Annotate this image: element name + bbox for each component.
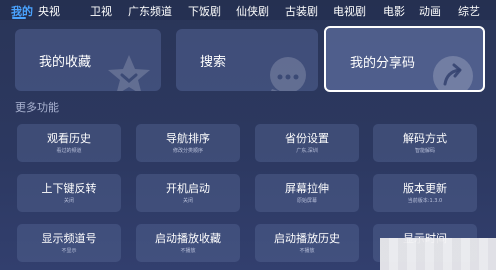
tab-satellite[interactable]: 卫视 — [90, 3, 112, 19]
function-subtitle: 广东,深圳 — [296, 148, 318, 154]
function-subtitle: 当前版本:1.3.0 — [407, 198, 443, 204]
tab-movie[interactable]: 电影 — [383, 3, 405, 19]
function-card-decode[interactable]: 解码方式 智能解码 — [373, 124, 477, 162]
function-card-version-update[interactable]: 版本更新 当前版本:1.3.0 — [373, 174, 477, 212]
tab-tv-series[interactable]: 电视剧 — [333, 3, 366, 19]
function-card-key-invert[interactable]: 上下键反转 关闭 — [17, 174, 121, 212]
function-card-watch-history[interactable]: 观看历史 看过的频道 — [17, 124, 121, 162]
function-card-boot-start[interactable]: 开机启动 关闭 — [136, 174, 240, 212]
function-subtitle: 修改分类顺序 — [172, 148, 203, 154]
function-subtitle: 关闭 — [182, 198, 193, 204]
function-subtitle: 关闭 — [63, 198, 74, 204]
function-title: 上下键反转 — [41, 182, 97, 195]
function-title: 屏幕拉伸 — [285, 182, 329, 195]
tab-cctv[interactable]: 央视 — [38, 3, 60, 19]
function-title: 版本更新 — [403, 182, 447, 195]
function-subtitle: 原始屏幕 — [296, 198, 317, 204]
star-icon — [108, 55, 150, 91]
function-card-startup-play-history[interactable]: 启动播放历史 不播放 — [255, 224, 359, 262]
function-title: 解码方式 — [403, 132, 447, 145]
tab-xianxia[interactable]: 仙侠剧 — [236, 3, 269, 19]
function-subtitle: 智能解码 — [414, 148, 435, 154]
tab-costume[interactable]: 古装剧 — [285, 3, 318, 19]
search-card-label: 搜索 — [200, 55, 227, 70]
tab-variety[interactable]: 综艺 — [458, 3, 480, 19]
top-nav: 我的 央视 卫视 广东频道 下饭剧 仙侠剧 古装剧 电视剧 电影 动画 综艺 — [0, 0, 496, 20]
function-subtitle: 不播放 — [299, 248, 315, 254]
function-title: 省份设置 — [285, 132, 329, 145]
favorites-card-label: 我的收藏 — [39, 55, 92, 70]
function-card-nav-sort[interactable]: 导航排序 修改分类顺序 — [136, 124, 240, 162]
function-subtitle: 不显示 — [61, 248, 77, 254]
active-tab-indicator — [12, 17, 26, 19]
share-code-card[interactable]: 我的分享码 — [324, 26, 485, 92]
function-title: 启动播放收藏 — [155, 232, 221, 245]
favorites-card[interactable]: 我的收藏 — [15, 29, 161, 91]
tab-animation[interactable]: 动画 — [419, 3, 441, 19]
share-arrow-icon — [433, 56, 473, 90]
function-card-province[interactable]: 省份设置 广东,深圳 — [255, 124, 359, 162]
function-subtitle: 看过的频道 — [56, 148, 82, 154]
function-title: 导航排序 — [166, 132, 210, 145]
section-title-more-functions: 更多功能 — [15, 101, 59, 114]
tab-guangdong[interactable]: 广东频道 — [128, 3, 172, 19]
share-code-card-label: 我的分享码 — [350, 56, 416, 71]
function-card-show-channel-number[interactable]: 显示频道号 不显示 — [17, 224, 121, 262]
function-title: 启动播放历史 — [274, 232, 340, 245]
function-subtitle: 不播放 — [180, 248, 196, 254]
function-title: 显示频道号 — [41, 232, 97, 245]
function-title: 开机启动 — [166, 182, 210, 195]
function-card-screen-stretch[interactable]: 屏幕拉伸 原始屏幕 — [255, 174, 359, 212]
tab-comfort-drama[interactable]: 下饭剧 — [188, 3, 221, 19]
search-bubble-icon — [270, 57, 306, 91]
watermark-mosaic — [380, 238, 496, 270]
function-card-startup-play-favorites[interactable]: 启动播放收藏 不播放 — [136, 224, 240, 262]
function-title: 观看历史 — [47, 132, 91, 145]
search-card[interactable]: 搜索 — [176, 29, 318, 91]
